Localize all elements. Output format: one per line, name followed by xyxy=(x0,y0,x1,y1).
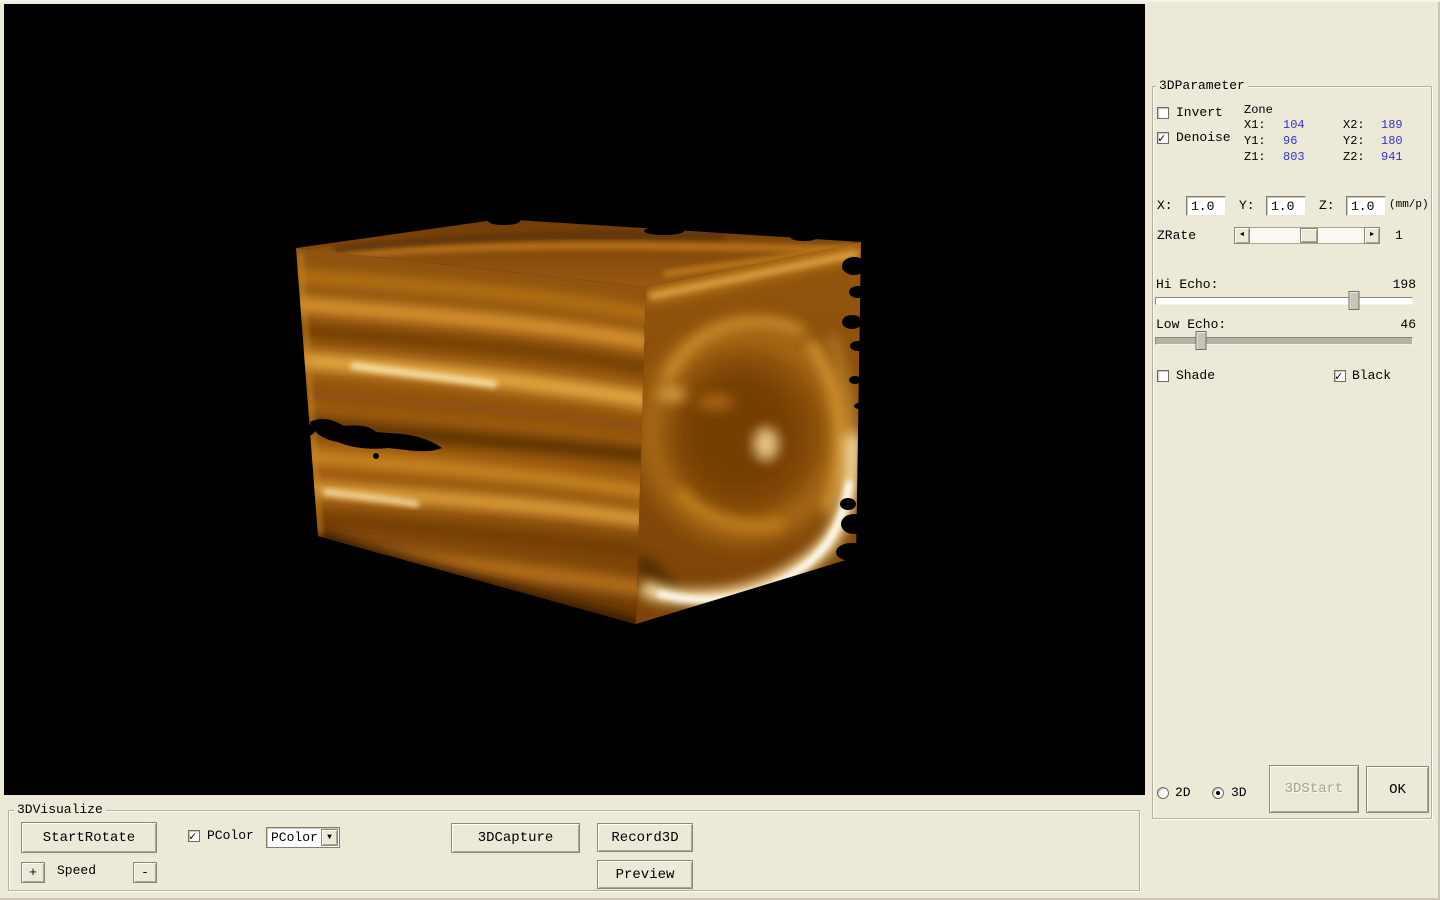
pcolor-combobox-value: PColor xyxy=(271,830,318,845)
zrate-label: ZRate xyxy=(1157,229,1196,243)
capture-3d-button[interactable]: 3DCapture xyxy=(451,823,580,853)
hi-echo-track[interactable] xyxy=(1155,297,1413,305)
hi-echo-slider[interactable] xyxy=(1155,291,1413,311)
shade-label: Shade xyxy=(1176,369,1215,383)
zrate-thumb[interactable] xyxy=(1300,228,1318,243)
speed-label: Speed xyxy=(57,864,96,878)
zone-z1-value: 803 xyxy=(1283,150,1305,164)
invert-label: Invert xyxy=(1176,106,1223,120)
y-scale-input[interactable] xyxy=(1266,196,1306,216)
preview-button[interactable]: Preview xyxy=(597,860,693,889)
scale-unit-label: (mm/p) xyxy=(1389,198,1429,212)
ok-button[interactable]: OK xyxy=(1366,766,1429,813)
zrate-right-arrow-icon[interactable]: ► xyxy=(1364,227,1380,244)
zone-x1-label: X1: xyxy=(1244,118,1266,132)
visualize-groupbox-title: 3DVisualize xyxy=(14,803,106,817)
black-checkbox[interactable]: ✓ xyxy=(1334,370,1346,382)
zone-x2-label: X2: xyxy=(1343,118,1365,132)
radio-dot-icon xyxy=(1216,791,1220,795)
pcolor-checkbox-label: PColor xyxy=(207,829,254,843)
zone-y1-value: 96 xyxy=(1283,134,1297,148)
zrate-track[interactable] xyxy=(1250,227,1364,244)
speed-minus-button[interactable]: - xyxy=(133,862,157,883)
render-viewport[interactable] xyxy=(4,4,1145,795)
start-rotate-button[interactable]: StartRotate xyxy=(21,822,157,853)
low-echo-value: 46 xyxy=(1400,318,1416,332)
denoise-label: Denoise xyxy=(1176,131,1231,145)
black-label: Black xyxy=(1352,369,1391,383)
zone-x1-value: 104 xyxy=(1283,118,1305,132)
volume-render xyxy=(4,4,1145,795)
pcolor-checkbox[interactable]: ✓ xyxy=(188,830,200,842)
y-scale-label: Y: xyxy=(1239,199,1255,213)
low-echo-track[interactable] xyxy=(1155,337,1413,345)
zone-label: Zone xyxy=(1244,103,1273,117)
mode-3d-label: 3D xyxy=(1231,786,1247,800)
zrate-left-arrow-icon[interactable]: ◄ xyxy=(1234,227,1250,244)
mode-2d-label: 2D xyxy=(1175,786,1191,800)
zone-y2-value: 180 xyxy=(1381,134,1403,148)
shade-checkbox[interactable]: ✓ xyxy=(1157,370,1169,382)
zone-y2-label: Y2: xyxy=(1343,134,1365,148)
z-scale-input[interactable] xyxy=(1346,196,1386,216)
mode-3d-radio[interactable] xyxy=(1212,787,1224,799)
hi-echo-thumb[interactable] xyxy=(1348,291,1359,310)
low-echo-label: Low Echo: xyxy=(1156,318,1226,332)
denoise-checkbox[interactable]: ✓ xyxy=(1157,132,1169,144)
zrate-scrollbar[interactable]: ◄ ► xyxy=(1234,227,1380,244)
check-icon: ✓ xyxy=(189,829,196,844)
zone-z2-label: Z2: xyxy=(1343,150,1365,164)
mode-2d-radio[interactable] xyxy=(1157,787,1169,799)
zone-z1-label: Z1: xyxy=(1244,150,1266,164)
app-window: 3DParameter ✓ Invert ✓ Denoise Zone X1: … xyxy=(0,0,1440,900)
dropdown-arrow-icon[interactable]: ▼ xyxy=(321,829,338,846)
check-icon: ✓ xyxy=(1158,131,1165,146)
x-scale-label: X: xyxy=(1157,199,1173,213)
start-3d-button[interactable]: 3DStart xyxy=(1269,765,1359,813)
check-icon: ✓ xyxy=(1335,369,1342,384)
low-echo-slider[interactable] xyxy=(1155,331,1413,351)
hi-echo-label: Hi Echo: xyxy=(1156,278,1218,292)
zone-z2-value: 941 xyxy=(1381,150,1403,164)
zone-x2-value: 189 xyxy=(1381,118,1403,132)
pcolor-combobox[interactable]: PColor ▼ xyxy=(266,827,340,848)
x-scale-input[interactable] xyxy=(1186,196,1226,216)
zone-y1-label: Y1: xyxy=(1244,134,1266,148)
hi-echo-value: 198 xyxy=(1393,278,1416,292)
zrate-value: 1 xyxy=(1395,229,1403,243)
speed-plus-button[interactable]: + xyxy=(21,862,45,883)
param-groupbox-title: 3DParameter xyxy=(1156,79,1248,93)
record-3d-button[interactable]: Record3D xyxy=(597,823,693,852)
invert-checkbox[interactable]: ✓ xyxy=(1157,107,1169,119)
low-echo-thumb[interactable] xyxy=(1196,331,1207,350)
z-scale-label: Z: xyxy=(1319,199,1335,213)
